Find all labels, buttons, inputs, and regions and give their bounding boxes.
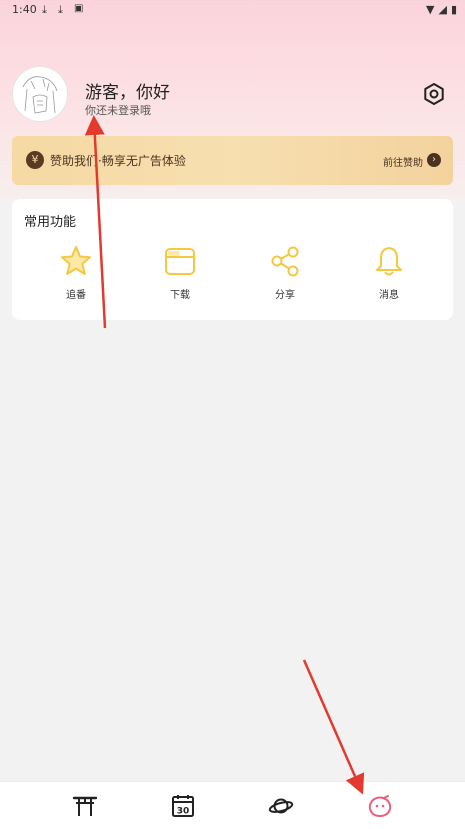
avatar[interactable] xyxy=(12,66,68,122)
yen-icon: ¥ xyxy=(26,151,44,169)
settings-button[interactable] xyxy=(420,80,448,108)
annotation-arrow-down xyxy=(302,659,365,795)
chevron-right-icon[interactable]: › xyxy=(427,153,441,167)
status-time: 1:40 xyxy=(12,3,37,16)
download-icon: ⤓ xyxy=(58,3,63,16)
signal-icon: ◢ xyxy=(438,3,447,16)
function-messages[interactable]: 消息 xyxy=(354,244,424,301)
greeting-title: 游客，你好 xyxy=(85,83,170,103)
star-icon xyxy=(61,246,91,275)
function-label: 追番 xyxy=(66,290,86,301)
sponsor-link[interactable]: 前往赞助 xyxy=(383,154,423,169)
calendar-icon: 30 xyxy=(172,795,194,817)
function-share[interactable]: 分享 xyxy=(250,244,320,301)
banner-text: 赞助我们·畅享无广告体验 xyxy=(50,154,186,168)
sponsor-banner[interactable]: ¥ 赞助我们·畅享无广告体验 前往赞助 › xyxy=(12,136,453,185)
torii-icon xyxy=(72,796,98,816)
common-functions-card: 常用功能 追番 下载 分享 消息 xyxy=(12,199,453,320)
function-download[interactable]: 下载 xyxy=(145,244,215,301)
app-icon: ▣ xyxy=(74,3,84,14)
download-icon: ⤓ xyxy=(42,3,47,16)
battery-icon: ▮ xyxy=(450,3,457,16)
share-icon xyxy=(271,246,299,277)
function-label: 分享 xyxy=(275,290,295,301)
card-title: 常用功能 xyxy=(24,215,77,230)
function-label: 下载 xyxy=(170,290,190,301)
gear-icon xyxy=(424,83,444,105)
nav-profile[interactable] xyxy=(367,793,393,819)
bottom-navigation: 30 xyxy=(0,781,465,829)
function-follow[interactable]: 追番 xyxy=(41,244,111,301)
function-label: 消息 xyxy=(379,290,399,301)
status-bar: 1:40 ⤓ ⤓ ▣ ▼ ◢ ▮ xyxy=(0,0,465,20)
planet-icon xyxy=(268,798,294,814)
bell-icon xyxy=(376,247,402,276)
profile-face-icon xyxy=(368,795,392,818)
avatar-sketch-icon xyxy=(22,76,58,114)
nav-discover[interactable] xyxy=(268,793,294,819)
nav-calendar[interactable]: 30 xyxy=(170,793,196,819)
calendar-day: 30 xyxy=(177,807,190,817)
folder-icon xyxy=(165,248,195,275)
wifi-icon: ▼ xyxy=(426,3,435,16)
login-status-text[interactable]: 你还未登录哦 xyxy=(85,102,151,118)
nav-home[interactable] xyxy=(72,793,98,819)
